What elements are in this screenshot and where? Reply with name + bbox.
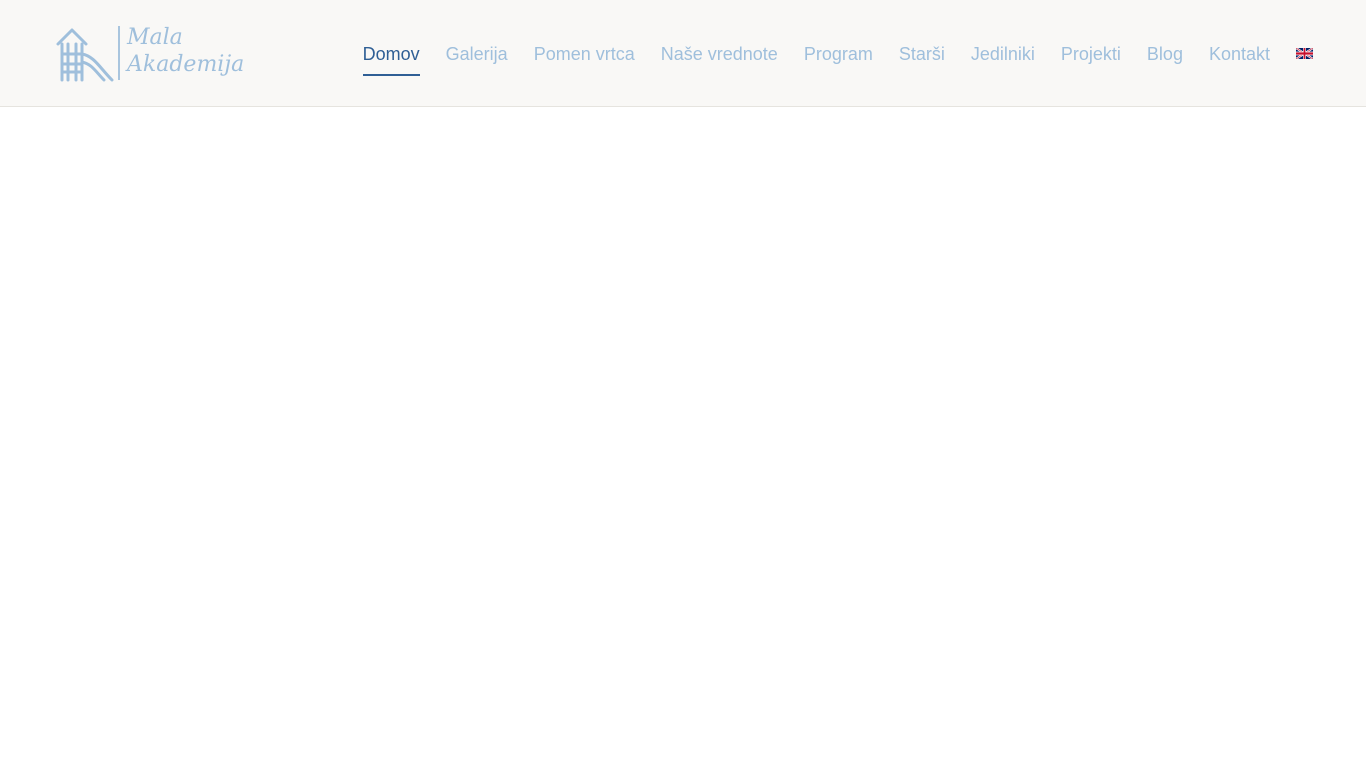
nav-item-pomen-vrtca[interactable]: Pomen vrtca: [534, 42, 635, 66]
main-nav: Domov Galerija Pomen vrtca Naše vrednote…: [362, 0, 1313, 107]
nav-item-nase-vrednote[interactable]: Naše vrednote: [661, 42, 778, 66]
logo-line-2: Akademija: [127, 52, 245, 77]
nav-item-starsi[interactable]: Starši: [899, 42, 945, 66]
logo-text: Mala Akademija: [127, 24, 244, 78]
site-header: Mala Akademija Domov Galerija Pomen vrtc…: [0, 0, 1366, 107]
site-logo[interactable]: Mala Akademija: [54, 24, 244, 84]
nav-item-program[interactable]: Program: [804, 42, 873, 66]
playhouse-slide-icon: [56, 28, 114, 82]
nav-item-projekti[interactable]: Projekti: [1061, 42, 1121, 66]
nav-item-blog[interactable]: Blog: [1147, 42, 1183, 66]
nav-item-jedilniki[interactable]: Jedilniki: [971, 42, 1035, 66]
nav-item-kontakt[interactable]: Kontakt: [1209, 42, 1270, 66]
uk-flag-icon[interactable]: [1296, 48, 1313, 59]
logo-line-1: Mala: [127, 25, 183, 50]
logo-divider: [118, 26, 120, 80]
nav-item-galerija[interactable]: Galerija: [446, 42, 508, 66]
nav-item-domov[interactable]: Domov: [362, 42, 420, 76]
